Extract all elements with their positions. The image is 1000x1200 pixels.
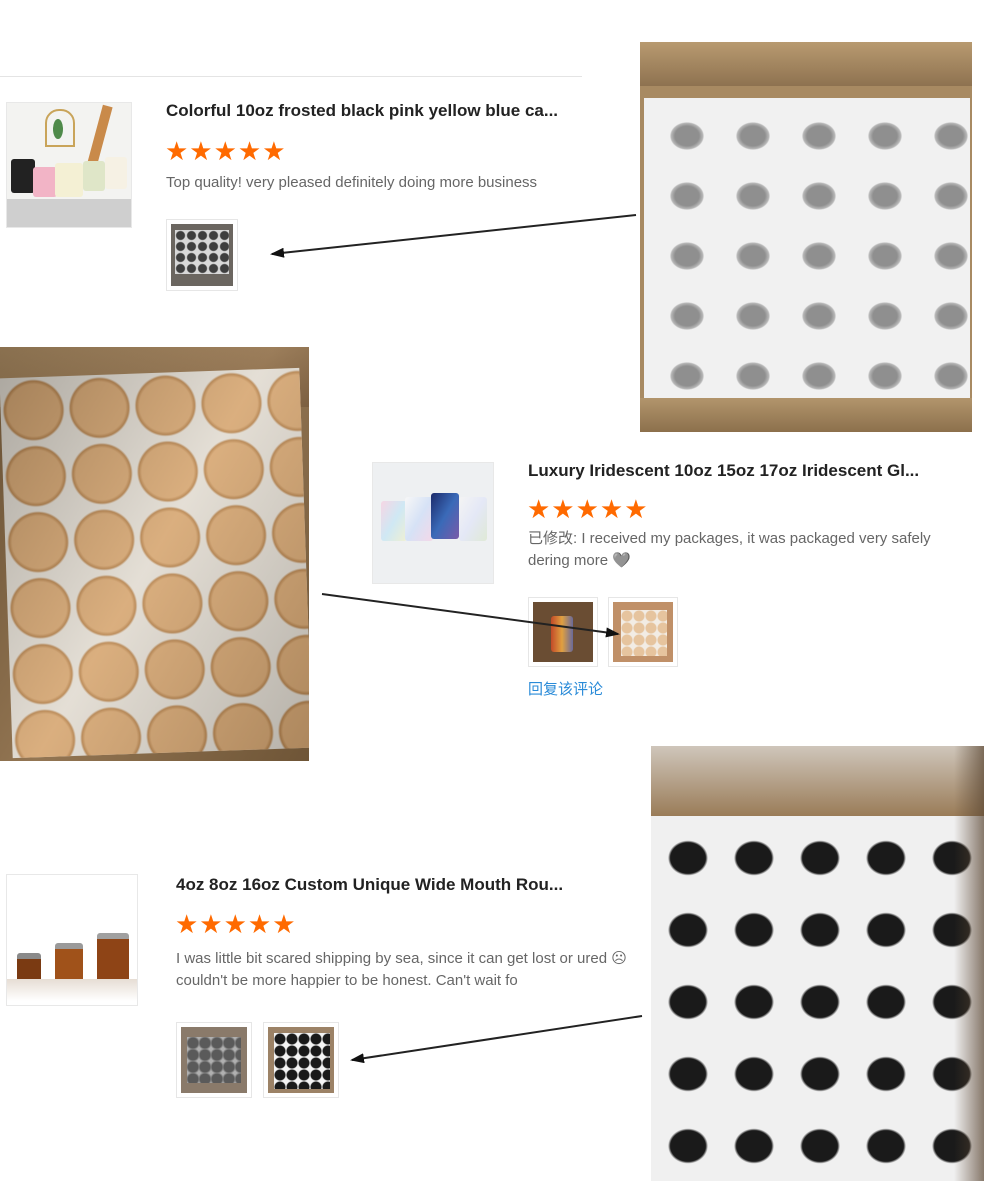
arrow-1 xyxy=(270,214,637,258)
annotation-arrows xyxy=(270,214,643,1064)
arrow-3 xyxy=(350,1015,643,1064)
arrow-2 xyxy=(321,593,620,638)
